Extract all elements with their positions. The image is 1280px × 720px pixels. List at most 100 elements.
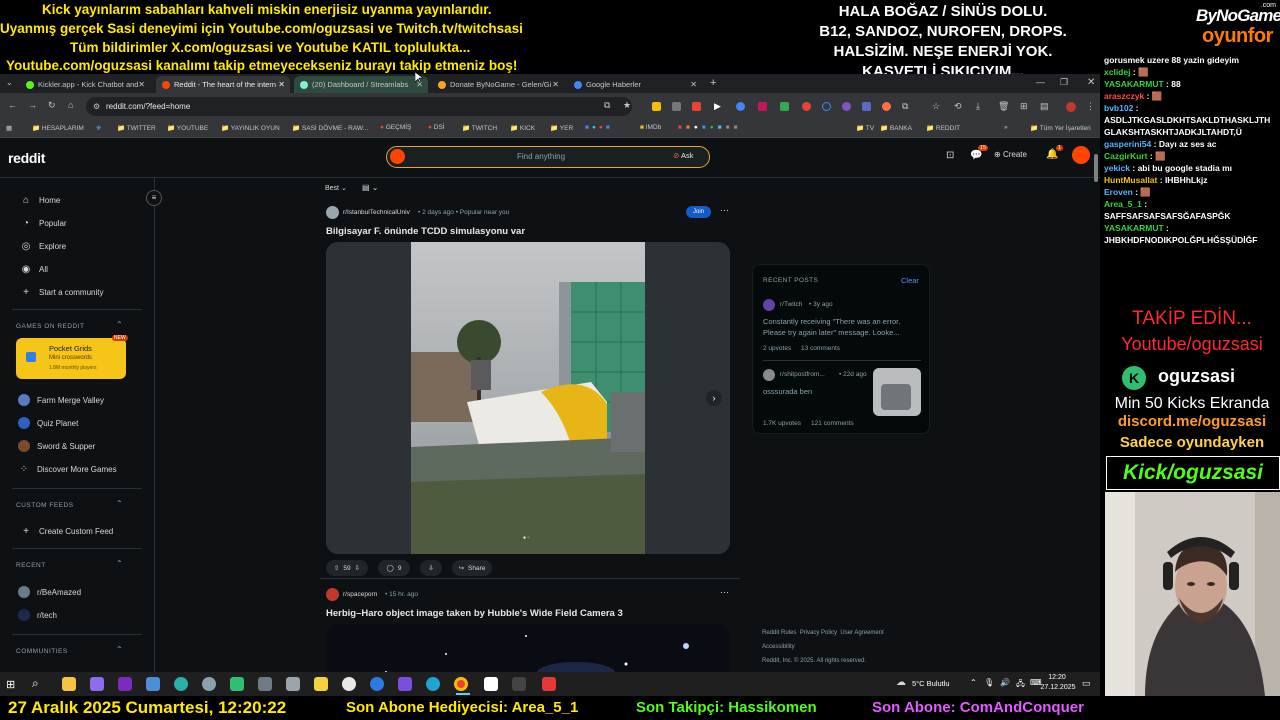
start-icon[interactable]: ⊞	[6, 678, 15, 691]
extension-icon[interactable]	[882, 102, 891, 111]
user-avatar[interactable]	[1072, 146, 1090, 164]
forward-icon[interactable]: →	[28, 100, 37, 110]
tab-google-news[interactable]: Google Haberler ✕	[568, 76, 702, 93]
reading-list-icon[interactable]: ☆	[932, 101, 940, 112]
home-icon[interactable]: ⌂	[68, 100, 73, 110]
extension-icon[interactable]	[842, 102, 851, 111]
communities-header[interactable]: COMMUNITIES	[16, 648, 68, 655]
nav-home[interactable]: ⌂ Home	[20, 194, 60, 206]
mic-icon[interactable]: 🎙	[984, 678, 994, 687]
download-icon[interactable]: ⤓	[976, 101, 980, 112]
more-bookmarks-icon[interactable]: »	[1004, 124, 1008, 131]
all-bookmarks[interactable]: 📁 Tüm Yer İşaretleri	[1030, 124, 1091, 132]
nav-explore[interactable]: ◎ Explore	[20, 240, 67, 252]
bookmark-sasi-dovme[interactable]: 📁 SASİ DÖVME - RAW...	[292, 124, 368, 132]
recent-tech[interactable]: r/tech	[18, 609, 57, 621]
search-icon[interactable]: ⌕	[32, 676, 39, 691]
footer-agreement[interactable]: User Agreement	[840, 630, 883, 636]
onenote-icon[interactable]	[118, 677, 132, 691]
bookmark-twitter[interactable]: 📁 TWITTER	[117, 124, 156, 132]
bookmark-banka[interactable]: 📁 BANKA	[880, 124, 912, 132]
comments-button[interactable]: ◯ 9	[378, 560, 410, 576]
extension-icon[interactable]	[822, 102, 831, 111]
featured-game-card[interactable]: Pocket Grids Mini crosswords 1.8M monthl…	[16, 335, 128, 379]
collapse-sidebar-icon[interactable]: ≡	[146, 190, 162, 206]
bookmark-twitch[interactable]: 📁 TWITCH	[462, 124, 497, 132]
bookmark-shortcuts-2[interactable]: ■■●■●■■■	[678, 124, 742, 131]
bookmark-tv[interactable]: 📁 TV	[856, 124, 874, 132]
footer-rules[interactable]: Reddit Rules	[762, 630, 796, 636]
extension-icon[interactable]	[862, 102, 871, 111]
tab-list-icon[interactable]: ⌄	[6, 78, 13, 87]
recent-post-sub[interactable]: r/Twitch	[780, 301, 802, 308]
red-app-icon[interactable]	[542, 677, 556, 691]
spreadsheet-icon[interactable]	[230, 677, 244, 691]
ask-button[interactable]: ⊘ Ask	[673, 151, 693, 160]
bookmark-imdb[interactable]: ■ IMDb	[640, 124, 661, 131]
bookmark-extension-icon[interactable]: ❈	[96, 124, 101, 132]
view-toggle-icon[interactable]: ▤ ⌄	[362, 183, 378, 192]
disk-tool-icon[interactable]	[202, 677, 216, 691]
extension-icon[interactable]: ▶	[714, 101, 721, 112]
nav-popular[interactable]: ◔ Popular	[20, 217, 67, 229]
chevron-up-icon[interactable]: ⌃	[116, 499, 123, 508]
discover-more-games[interactable]: ⁘ Discover More Games	[18, 463, 117, 475]
tab-bynogame[interactable]: Donate ByNoGame - Gelen/Gi ✕	[432, 76, 564, 93]
extension-icon[interactable]	[692, 102, 701, 111]
restore-icon[interactable]: ❐	[1060, 77, 1068, 88]
reload-icon[interactable]: ↻	[48, 100, 56, 111]
close-tab-icon[interactable]: ✕	[138, 80, 145, 89]
post-title[interactable]: Bilgisayar F. önünde TCDD simulasyonu va…	[326, 226, 525, 237]
post-subreddit[interactable]: r/IstanbulTechnicalUniv	[343, 209, 410, 216]
reddit-logo[interactable]: reddit	[8, 150, 45, 166]
clear-recent-button[interactable]: Clear	[901, 276, 919, 285]
recent-header[interactable]: RECENT	[16, 562, 46, 569]
post-subreddit[interactable]: r/spaceporn	[343, 591, 377, 598]
close-tab-icon[interactable]: ✕	[552, 80, 559, 89]
media-app-icon[interactable]	[398, 677, 412, 691]
pen-app-icon[interactable]	[90, 677, 104, 691]
bookmark-kick[interactable]: 📁 KICK	[510, 124, 535, 132]
tray-chevron-icon[interactable]: ⌃	[970, 678, 977, 687]
downvote-icon[interactable]: ⇩	[355, 564, 360, 572]
network-icon[interactable]: 🖧	[1016, 678, 1025, 692]
new-tab-icon[interactable]: +	[710, 77, 716, 89]
notification-center-icon[interactable]: ▭	[1082, 678, 1091, 689]
camera-icon[interactable]	[258, 677, 272, 691]
bookmark-yayinlik-oyun[interactable]: 📁 YAYINLIK OYUN	[221, 124, 280, 132]
clock-time[interactable]: 12:20	[1044, 674, 1070, 681]
weather-icon[interactable]: ☁	[896, 677, 906, 688]
game-quiz-planet[interactable]: Quiz Planet	[18, 417, 78, 429]
chat-icon[interactable]: 💬	[970, 150, 982, 161]
extension-icon[interactable]	[780, 102, 789, 111]
nav-all[interactable]: ◉ All	[20, 263, 48, 275]
bookmark-hesaplarim[interactable]: 📁 HESAPLARIM	[32, 124, 84, 132]
next-image-button[interactable]: ›	[706, 390, 722, 406]
sort-dropdown[interactable]: Best ⌄	[325, 184, 347, 192]
bookmark-shortcuts[interactable]: ■●●■	[585, 124, 613, 131]
tab-streamlabs[interactable]: (20) Dashboard / Streamlabs ✕	[294, 76, 428, 93]
url-input[interactable]: ⚙ reddit.com/?feed=home	[86, 97, 632, 116]
recent-post-title[interactable]: osssurada ben	[763, 387, 812, 396]
recent-beamazed[interactable]: r/BeAmazed	[18, 586, 81, 598]
site-info-icon[interactable]: ⚙	[93, 97, 100, 116]
extension-icon[interactable]	[652, 102, 661, 111]
install-app-icon[interactable]: ⧉	[604, 100, 610, 111]
tab-kickler[interactable]: Kickler.app - Kick Chatbot and ✕	[20, 76, 150, 93]
monitor-app-icon[interactable]	[146, 677, 160, 691]
close-window-icon[interactable]: ✕	[1087, 77, 1095, 88]
award-button[interactable]: ⍙	[420, 560, 442, 576]
upvote-icon[interactable]: ⇧	[334, 564, 339, 572]
network-app-icon[interactable]	[370, 677, 384, 691]
create-custom-feed[interactable]: + Create Custom Feed	[20, 525, 113, 537]
side-panel-icon[interactable]: ▤	[1040, 101, 1049, 112]
extension-icon[interactable]	[736, 102, 745, 111]
clock-date[interactable]: 27.12.2025	[1036, 684, 1080, 691]
bookmark-dsi[interactable]: ● DSİ	[428, 124, 445, 131]
bookmark-reddit[interactable]: 📁 REDDIT	[926, 124, 960, 132]
bookmark-yer[interactable]: 📁 YER	[550, 124, 573, 132]
post-media[interactable]: › ●●	[326, 242, 730, 554]
extension-icon[interactable]	[672, 102, 681, 111]
page-scrollbar[interactable]	[1094, 154, 1098, 182]
minimize-icon[interactable]: —	[1036, 77, 1045, 87]
